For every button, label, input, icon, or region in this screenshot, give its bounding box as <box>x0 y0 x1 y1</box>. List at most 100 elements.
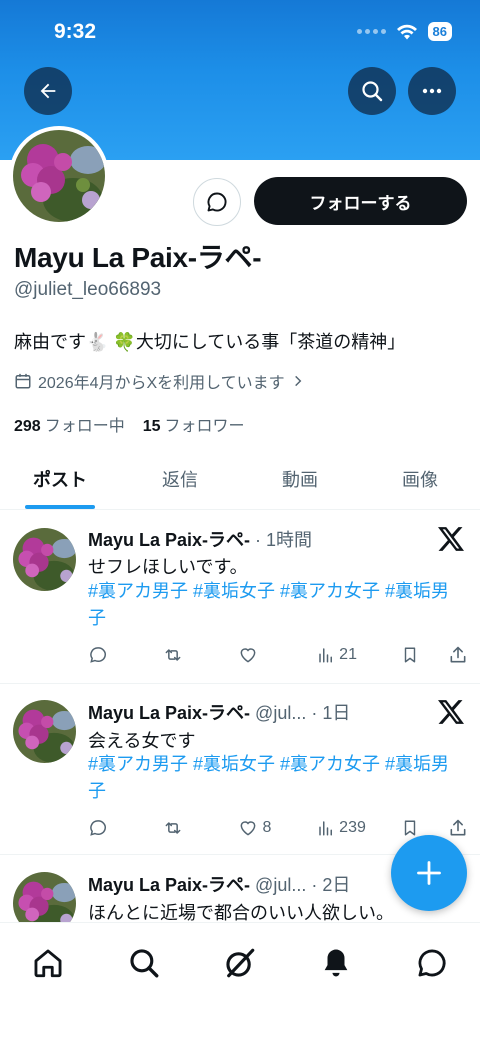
reply-button[interactable] <box>88 645 162 665</box>
home-icon <box>34 949 62 978</box>
like-count: 8 <box>262 819 272 836</box>
retweet-icon <box>165 822 181 834</box>
follow-stats: 298 フォロー中 15 フォロワー <box>14 412 245 436</box>
compose-button[interactable] <box>391 835 467 911</box>
view-count: 21 <box>339 646 357 663</box>
followers-label: フォロワー <box>164 418 245 435</box>
followers-stat[interactable]: 15 フォロワー <box>143 412 245 436</box>
post-header: Mayu La Paix-ラペ- @jul... · 2日 <box>88 871 350 897</box>
post-hashtags[interactable]: #裏アカ男子 #裏垢女子 #裏アカ女子 #裏垢男子 <box>88 578 458 632</box>
battery-indicator: 86 <box>427 22 452 41</box>
reply-icon <box>90 820 106 836</box>
tab-images[interactable]: 画像 <box>360 448 480 509</box>
profile-display-name: Mayu La Paix-ラペ- <box>14 242 262 273</box>
post-avatar[interactable] <box>13 872 76 922</box>
post-author-name[interactable]: Mayu La Paix-ラペ- <box>88 530 250 550</box>
joined-text: 2026年4月からXを利用しています <box>38 375 285 392</box>
following-count: 298 <box>14 418 41 435</box>
wifi-icon <box>396 24 417 39</box>
nav-notifications[interactable] <box>316 943 356 983</box>
messages-icon <box>418 949 446 977</box>
chevron-right-icon <box>294 375 302 387</box>
profile-tabs: ポスト 返信 動画 画像 <box>0 448 480 510</box>
post-avatar[interactable] <box>13 528 76 591</box>
post-author-name[interactable]: Mayu La Paix-ラペ- <box>88 703 250 723</box>
reply-button[interactable] <box>88 818 162 838</box>
profile-bio: 麻由です🐇 🍀大切にしている事「茶道の精神」 <box>14 332 406 352</box>
followers-count: 15 <box>142 418 161 435</box>
message-button[interactable] <box>193 178 241 226</box>
share-icon <box>450 819 466 836</box>
x-logo-icon[interactable] <box>438 700 464 724</box>
post-meta: @jul... · 2日 <box>250 875 351 895</box>
tab-videos[interactable]: 動画 <box>240 448 360 509</box>
retweet-icon <box>165 649 181 661</box>
post-text: せフレほしいです。 <box>88 557 248 577</box>
post-meta: · 1時間 <box>250 530 313 550</box>
share-button[interactable] <box>448 645 468 665</box>
search-icon <box>362 81 383 102</box>
share-button[interactable] <box>448 818 468 838</box>
following-label: フォロー中 <box>44 418 125 435</box>
bell-icon <box>324 949 348 977</box>
post-actions: 8 239 <box>88 818 468 838</box>
message-icon <box>207 192 227 212</box>
post-actions: 21 <box>88 645 468 665</box>
post-header: Mayu La Paix-ラペ- @jul... · 1日 <box>88 699 350 725</box>
post-meta: @jul... · 1日 <box>250 703 351 723</box>
profile-avatar[interactable] <box>9 126 109 226</box>
views-icon <box>319 821 333 836</box>
nav-grok[interactable] <box>220 943 260 983</box>
bookmark-button[interactable] <box>401 645 448 665</box>
avatar-flower-image <box>13 700 76 763</box>
bookmark-icon <box>404 820 415 836</box>
post-item[interactable]: Mayu La Paix-ラペ- @jul... · 1日 会える女です #裏ア… <box>0 684 480 855</box>
calendar-icon <box>15 373 31 389</box>
tab-replies[interactable]: 返信 <box>120 448 240 509</box>
views-icon <box>319 648 333 663</box>
post-header: Mayu La Paix-ラペ- · 1時間 <box>88 526 312 552</box>
search-button[interactable] <box>348 67 396 115</box>
retweet-button[interactable] <box>162 645 239 665</box>
following-stat[interactable]: 298 フォロー中 <box>14 412 125 436</box>
nav-search[interactable] <box>124 943 164 983</box>
bottom-nav <box>0 922 480 1039</box>
view-count: 239 <box>339 819 366 836</box>
joined-date[interactable]: 2026年4月からXを利用しています <box>14 369 305 393</box>
post-hashtags[interactable]: #裏アカ男子 #裏垢女子 #裏アカ女子 #裏垢男子 <box>88 751 458 805</box>
nav-messages[interactable] <box>412 943 452 983</box>
like-icon <box>241 821 256 836</box>
post-text: ほんとに近場で都合のいい人欲しい。 <box>88 903 394 922</box>
profile-handle: @juliet_leo66893 <box>14 279 162 300</box>
post-text: 会える女です <box>88 731 196 751</box>
avatar-flower-image <box>13 528 76 591</box>
plus-icon <box>417 861 441 885</box>
post-avatar[interactable] <box>13 700 76 763</box>
avatar-flower-image <box>13 130 105 222</box>
post-item[interactable]: Mayu La Paix-ラペ- · 1時間 せフレほしいです。 #裏アカ男子 … <box>0 511 480 684</box>
status-time: 9:32 <box>54 20 97 43</box>
more-options-button[interactable] <box>408 67 456 115</box>
x-logo-icon[interactable] <box>438 527 464 551</box>
retweet-button[interactable] <box>162 818 239 838</box>
follow-button[interactable]: フォローする <box>254 177 467 225</box>
nav-home[interactable] <box>28 943 68 983</box>
back-arrow-icon <box>40 83 56 99</box>
status-indicators: 86 <box>356 22 452 41</box>
share-icon <box>450 646 466 663</box>
views-button[interactable]: 21 <box>317 646 401 664</box>
back-button[interactable] <box>24 67 72 115</box>
tab-posts[interactable]: ポスト <box>0 448 120 509</box>
reply-icon <box>90 647 106 663</box>
like-button[interactable] <box>238 645 317 665</box>
like-icon <box>241 648 256 663</box>
signal-icon <box>356 29 386 34</box>
post-author-name[interactable]: Mayu La Paix-ラペ- <box>88 875 250 895</box>
bookmark-icon <box>404 647 415 663</box>
more-icon <box>422 88 442 94</box>
grok-icon <box>226 948 255 978</box>
avatar-flower-image <box>13 872 76 922</box>
search-icon <box>130 949 159 978</box>
like-button[interactable]: 8 <box>238 818 317 838</box>
views-button[interactable]: 239 <box>317 819 401 837</box>
